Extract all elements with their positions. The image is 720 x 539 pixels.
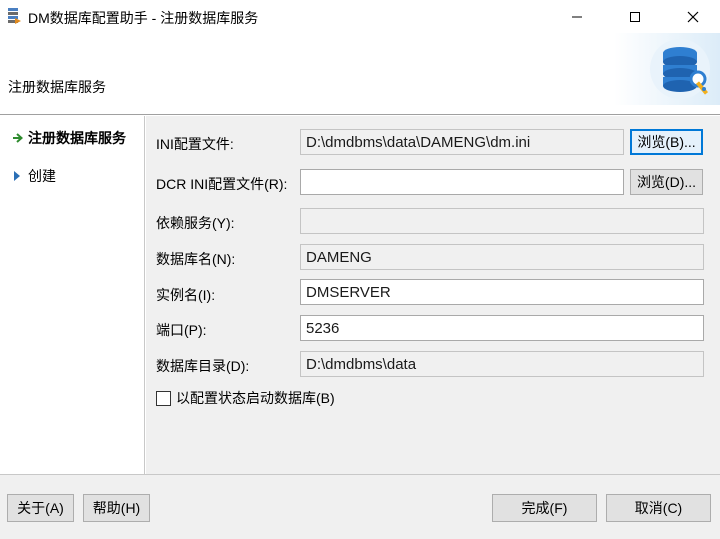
browse-dcr-button[interactable]: 浏览(D)... <box>630 169 703 195</box>
start-config-checkbox[interactable] <box>156 390 171 406</box>
maximize-button[interactable] <box>612 0 658 33</box>
instance-name-field[interactable]: DMSERVER <box>300 279 704 305</box>
finish-button[interactable]: 完成(F) <box>492 494 597 522</box>
minimize-icon <box>572 16 582 17</box>
dcr-ini-file-label: DCR INI配置文件(R): <box>156 176 288 192</box>
maximize-icon <box>630 11 640 22</box>
close-button[interactable] <box>670 0 716 33</box>
dependent-service-field[interactable] <box>300 208 704 234</box>
wizard-header: 注册数据库服务 <box>0 33 720 115</box>
ini-file-field[interactable]: D:\dmdbms\data\DAMENG\dm.ini <box>300 129 624 155</box>
start-config-checkbox-label: 以配置状态启动数据库(B) <box>176 390 335 406</box>
help-button[interactable]: 帮助(H) <box>83 494 150 522</box>
cancel-button[interactable]: 取消(C) <box>606 494 711 522</box>
instance-name-label: 实例名(I): <box>156 287 216 303</box>
db-name-label: 数据库名(N): <box>156 251 236 267</box>
start-config-checkbox-row[interactable]: 以配置状态启动数据库(B) <box>156 388 335 408</box>
port-label: 端口(P): <box>156 322 207 338</box>
nav-item-label: 注册数据库服务 <box>28 130 126 146</box>
db-name-field[interactable]: DAMENG <box>300 244 704 270</box>
db-dir-label: 数据库目录(D): <box>156 358 250 374</box>
about-button[interactable]: 关于(A) <box>7 494 74 522</box>
arrow-right-icon <box>13 133 24 143</box>
dependent-service-label: 依赖服务(Y): <box>156 215 235 231</box>
nav-item-register-service[interactable]: 注册数据库服务 <box>12 128 126 148</box>
database-settings-icon <box>614 33 720 105</box>
form-panel: INI配置文件: D:\dmdbms\data\DAMENG\dm.ini 浏览… <box>146 116 720 474</box>
close-icon <box>687 11 699 22</box>
ini-file-label: INI配置文件: <box>156 136 234 152</box>
db-dir-field[interactable]: D:\dmdbms\data <box>300 351 704 377</box>
wizard-steps-nav: 注册数据库服务 创建 <box>0 116 145 474</box>
nav-item-create[interactable]: 创建 <box>12 166 56 186</box>
triangle-right-icon <box>14 171 20 181</box>
minimize-button[interactable] <box>554 0 600 33</box>
window-title: DM数据库配置助手 - 注册数据库服务 <box>28 10 259 26</box>
port-field[interactable]: 5236 <box>300 315 704 341</box>
title-bar: DM数据库配置助手 - 注册数据库服务 <box>0 0 720 33</box>
app-icon <box>8 8 21 24</box>
nav-item-label: 创建 <box>28 168 56 184</box>
header-title: 注册数据库服务 <box>8 79 106 95</box>
dcr-ini-file-field[interactable] <box>300 169 624 195</box>
browse-ini-button[interactable]: 浏览(B)... <box>630 129 703 155</box>
button-bar: 关于(A) 帮助(H) 完成(F) 取消(C) <box>0 474 720 539</box>
